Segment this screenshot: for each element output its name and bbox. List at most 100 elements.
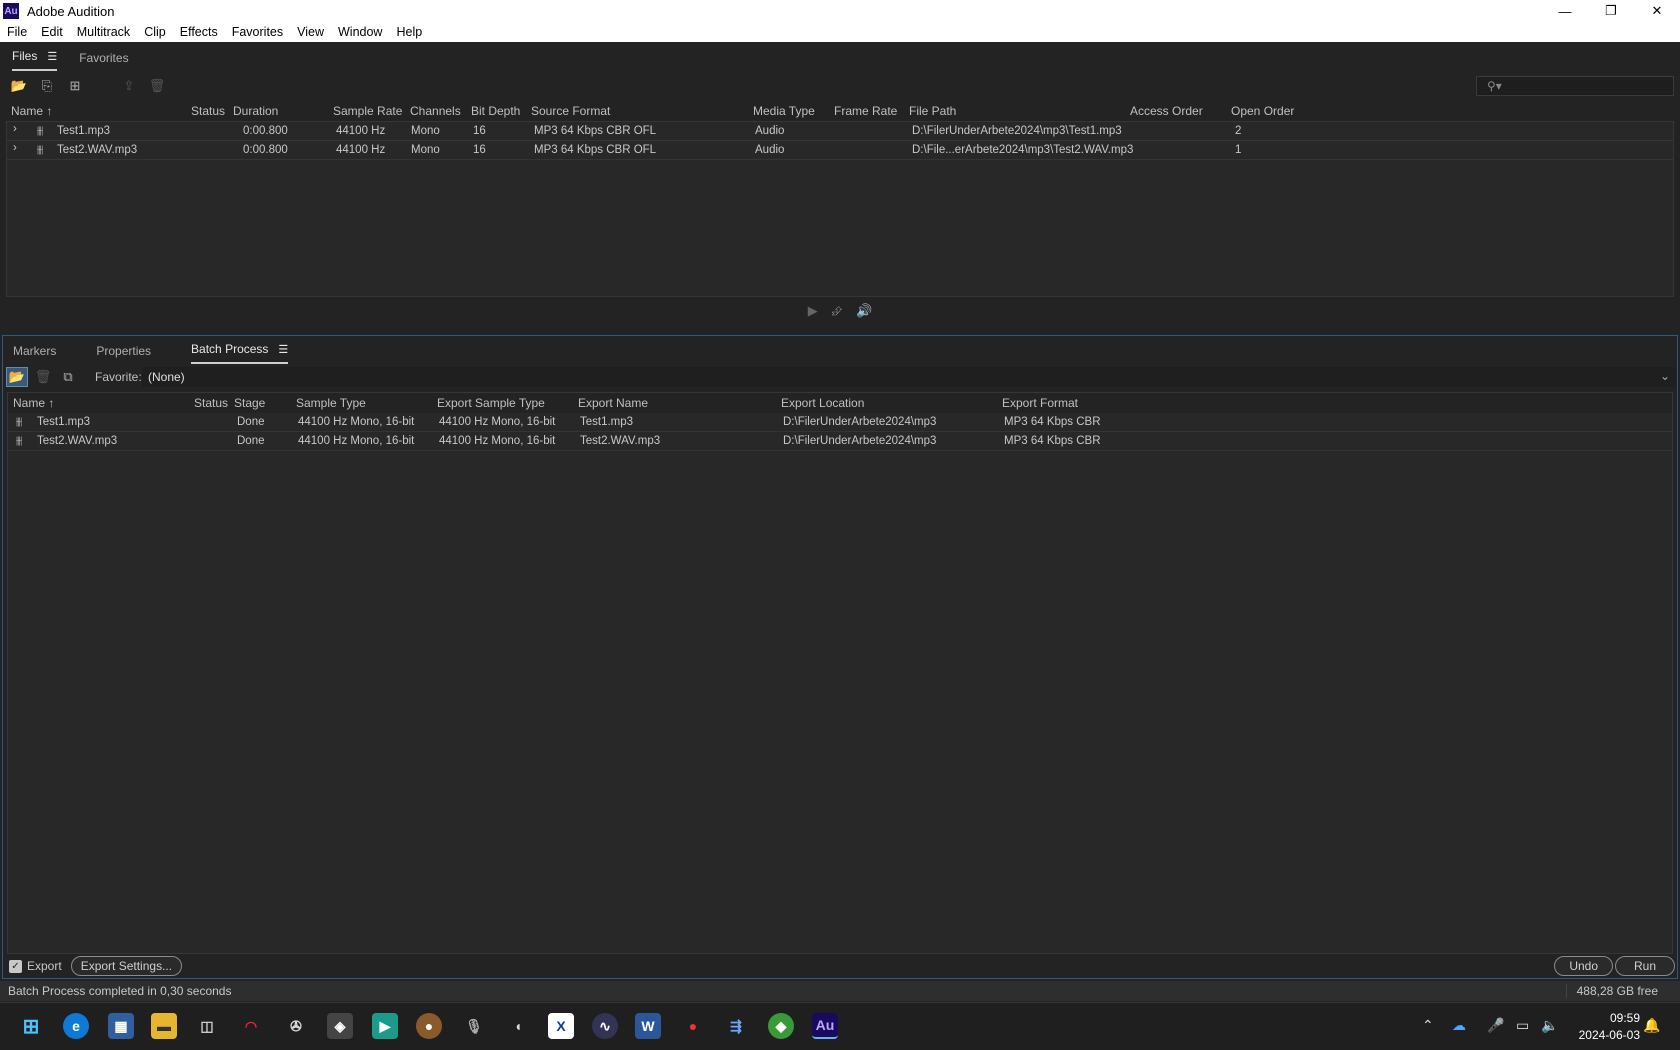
- tab-batch-process[interactable]: Batch Process ☰: [191, 342, 289, 364]
- clear-list-icon[interactable]: ⧉: [59, 368, 77, 386]
- favorite-select[interactable]: (None) ⌄: [142, 367, 1676, 387]
- editor-app-icon[interactable]: ⇶: [723, 1013, 749, 1039]
- files-search-input[interactable]: ⚲▾: [1476, 76, 1674, 96]
- table-row[interactable]: ⫲⫲ Test2.WAV.mp3 Done 44100 Hz Mono, 16-…: [8, 432, 1672, 451]
- app-circle-icon[interactable]: ●: [416, 1013, 442, 1039]
- calculator-icon[interactable]: ▦: [108, 1013, 134, 1039]
- col-access-order[interactable]: Access Order: [1130, 104, 1203, 118]
- tab-files[interactable]: Files ☰: [12, 49, 58, 71]
- microphone-app-icon[interactable]: 🎙: [461, 1013, 487, 1039]
- menu-file[interactable]: File: [7, 25, 27, 39]
- open-order: 2: [1235, 125, 1242, 137]
- col-duration[interactable]: Duration: [233, 104, 278, 118]
- file-path: D:\File...erArbete2024\mp3\Test2.WAV.mp3: [912, 144, 1134, 156]
- file-explorer-icon[interactable]: ▬: [151, 1013, 177, 1039]
- col-media-type[interactable]: Media Type: [753, 104, 815, 118]
- chevron-up-icon[interactable]: ⌃: [1422, 1017, 1434, 1034]
- export-checkbox[interactable]: ✓: [9, 959, 22, 973]
- panel-menu-icon[interactable]: ☰: [278, 344, 288, 356]
- col-channels[interactable]: Channels: [410, 104, 461, 118]
- col-open-order[interactable]: Open Order: [1231, 104, 1294, 118]
- col-export-format[interactable]: Export Format: [1002, 396, 1078, 410]
- menu-effects[interactable]: Effects: [180, 25, 218, 39]
- sample-type: 44100 Hz Mono, 16-bit: [298, 435, 415, 447]
- clock-date: 2024-06-03: [1578, 1028, 1640, 1042]
- col-sample-type[interactable]: Sample Type: [296, 396, 366, 410]
- expand-chevron-icon[interactable]: ›: [13, 123, 17, 135]
- word-icon[interactable]: W: [635, 1013, 661, 1039]
- menu-window[interactable]: Window: [338, 25, 382, 39]
- col-stage[interactable]: Stage: [234, 396, 265, 410]
- shield-app-icon[interactable]: ◆: [768, 1013, 794, 1039]
- minimize-button[interactable]: —: [1542, 0, 1588, 22]
- open-file-icon[interactable]: 📂: [10, 77, 28, 95]
- col-file-path[interactable]: File Path: [909, 104, 956, 118]
- undo-button[interactable]: Undo: [1554, 956, 1613, 976]
- export-settings-button[interactable]: Export Settings...: [70, 956, 183, 976]
- tab-favorites[interactable]: Favorites: [79, 51, 128, 71]
- run-button[interactable]: Run: [1614, 956, 1675, 976]
- delete-icon[interactable]: 🗑: [148, 77, 166, 95]
- edge-browser-icon[interactable]: e: [63, 1013, 89, 1039]
- table-row[interactable]: ⫲⫲ Test1.mp3 Done 44100 Hz Mono, 16-bit …: [8, 413, 1672, 432]
- autoplay-speaker-icon[interactable]: 🔊: [856, 303, 872, 319]
- davinci-resolve-icon[interactable]: ◈: [327, 1013, 353, 1039]
- onedrive-icon[interactable]: ☁: [1452, 1017, 1466, 1034]
- tab-properties[interactable]: Properties: [96, 344, 151, 364]
- menu-multitrack[interactable]: Multitrack: [77, 25, 130, 39]
- windows-start-icon[interactable]: ⊞: [18, 1013, 44, 1039]
- play-icon[interactable]: ▶: [808, 303, 818, 319]
- audio-app-icon[interactable]: ◠: [238, 1013, 264, 1039]
- tab-markers[interactable]: Markers: [13, 344, 56, 364]
- menu-edit[interactable]: Edit: [41, 25, 63, 39]
- microphone-icon[interactable]: 🎤: [1487, 1017, 1504, 1034]
- source-format: MP3 64 Kbps CBR OFL: [534, 125, 657, 137]
- expand-chevron-icon[interactable]: ›: [13, 142, 17, 154]
- x-app-icon[interactable]: X: [548, 1013, 574, 1039]
- record-app-icon[interactable]: ●: [680, 1013, 706, 1039]
- menu-clip[interactable]: Clip: [144, 25, 166, 39]
- col-export-sample-type[interactable]: Export Sample Type: [437, 396, 545, 410]
- audition-taskbar-icon[interactable]: Au: [812, 1013, 838, 1039]
- new-file-icon[interactable]: ⊞: [66, 77, 84, 95]
- col-sample-rate[interactable]: Sample Rate: [333, 104, 402, 118]
- insert-icon[interactable]: ⇪: [120, 77, 138, 95]
- clock[interactable]: 09:59 2024-06-03: [1579, 1010, 1640, 1044]
- col-status[interactable]: Status: [191, 104, 225, 118]
- col-name[interactable]: Name ↑: [11, 104, 52, 118]
- film-reel-icon[interactable]: ✇: [283, 1013, 309, 1039]
- col-frame-rate[interactable]: Frame Rate: [834, 104, 897, 118]
- table-row[interactable]: › ⫲⫲ Test1.mp3 0:00.800 44100 Hz Mono 16…: [7, 122, 1673, 141]
- restore-button[interactable]: ❐: [1588, 0, 1634, 22]
- stage: Done: [237, 435, 265, 447]
- col-status[interactable]: Status: [194, 396, 228, 410]
- col-source-format[interactable]: Source Format: [531, 104, 610, 118]
- table-row[interactable]: › ⫲⫲ Test2.WAV.mp3 0:00.800 44100 Hz Mon…: [7, 141, 1673, 160]
- menu-favorites[interactable]: Favorites: [232, 25, 283, 39]
- screen-capture-icon[interactable]: ◫: [194, 1013, 220, 1039]
- import-file-icon[interactable]: ⎘: [38, 77, 56, 95]
- panel-menu-icon[interactable]: ☰: [47, 51, 57, 63]
- waveform-app-icon[interactable]: ∿: [592, 1013, 618, 1039]
- add-files-icon[interactable]: 📂: [6, 367, 28, 387]
- media-player-icon[interactable]: ▶: [372, 1013, 398, 1039]
- network-icon[interactable]: ▭: [1516, 1017, 1529, 1034]
- status-bar: Batch Process completed in 0,30 seconds …: [0, 981, 1680, 1001]
- preview-transport: ▶ ⮵ 🔊: [0, 298, 1680, 324]
- audio-wave-app-icon[interactable]: ◖: [505, 1013, 531, 1039]
- notification-bell-icon[interactable]: 🔔: [1643, 1017, 1660, 1034]
- source-format: MP3 64 Kbps CBR OFL: [534, 144, 657, 156]
- loop-icon[interactable]: ⮵: [832, 303, 842, 319]
- close-button[interactable]: ✕: [1634, 0, 1680, 22]
- col-export-name[interactable]: Export Name: [578, 396, 648, 410]
- sample-rate: 44100 Hz: [336, 125, 386, 137]
- bit-depth: 16: [473, 144, 486, 156]
- volume-icon[interactable]: 🔈: [1541, 1017, 1558, 1034]
- menu-help[interactable]: Help: [396, 25, 422, 39]
- col-export-location[interactable]: Export Location: [781, 396, 864, 410]
- col-bit-depth[interactable]: Bit Depth: [471, 104, 520, 118]
- col-name[interactable]: Name ↑: [13, 396, 54, 410]
- remove-files-icon[interactable]: 🗑: [34, 368, 52, 386]
- export-location: D:\FilerUnderArbete2024\mp3: [783, 416, 937, 428]
- menu-view[interactable]: View: [297, 25, 324, 39]
